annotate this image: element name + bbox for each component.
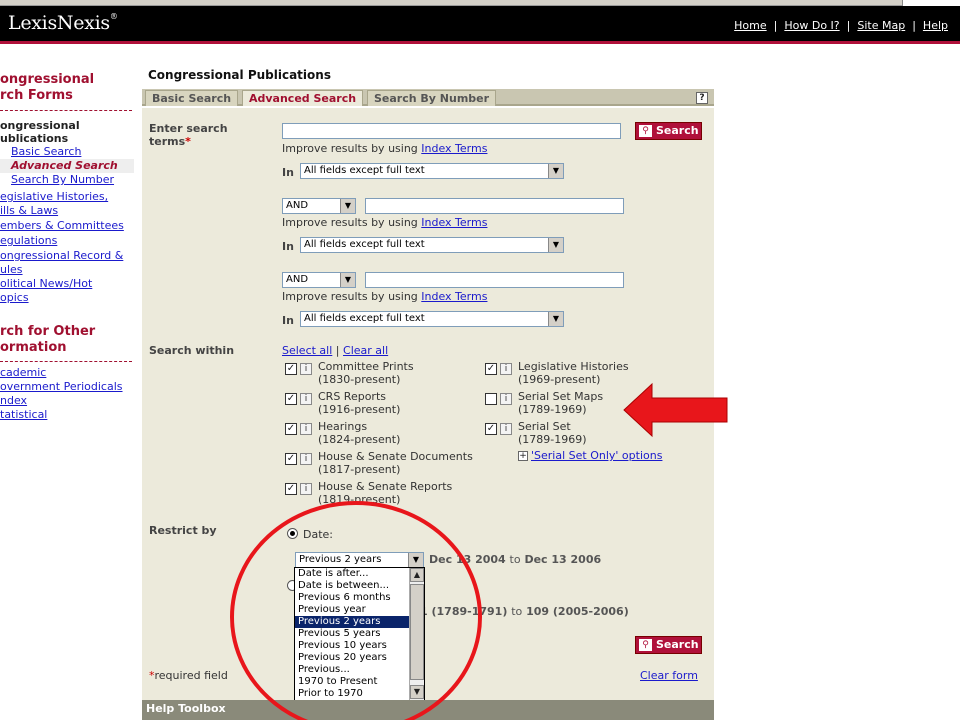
annotation-overlay <box>230 382 728 720</box>
red-circle-annotation <box>230 501 482 720</box>
red-arrow-annotation <box>623 382 728 438</box>
